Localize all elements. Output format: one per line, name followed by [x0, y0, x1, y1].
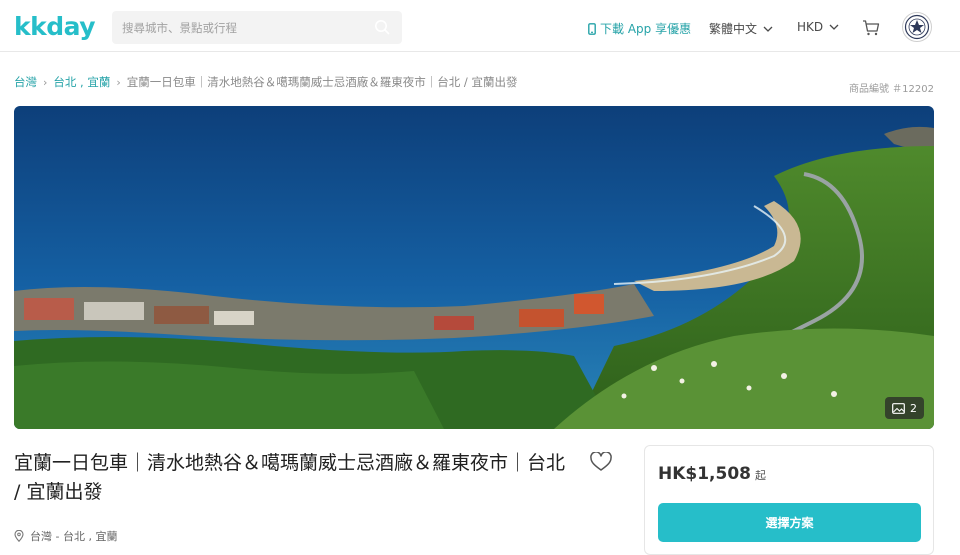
download-app-link[interactable]: 下載 App 享優惠 — [588, 20, 691, 37]
location-label: 台灣 - 台北 , 宜蘭 — [30, 530, 118, 543]
map-pin-icon — [14, 530, 24, 542]
product-code: 商品編號 ＃12202 — [849, 84, 934, 95]
top-navigation-bar: kkday 搜尋城市、景點或行程 下載 App 享優惠 繁體中文 HKD — [0, 0, 960, 52]
search-icon[interactable] — [374, 19, 390, 35]
kkday-logo[interactable]: kkday — [14, 12, 96, 41]
chevron-right-icon: › — [116, 75, 121, 89]
language-label: 繁體中文 — [709, 22, 758, 36]
breadcrumb-taipei-yilan[interactable]: 台北 , 宜蘭 — [53, 74, 110, 90]
breadcrumb: 台灣 › 台北 , 宜蘭 › 宜蘭一日包車｜清水地熱谷＆噶瑪蘭威士忌酒廠＆羅東夜… — [14, 74, 517, 90]
photo-count-badge[interactable]: 2 — [885, 397, 924, 419]
coastline-photo — [14, 106, 934, 429]
product-location: 台灣 - 台北 , 宜蘭 — [14, 528, 117, 544]
currency-label: HKD — [797, 20, 824, 34]
emblem-icon — [904, 14, 930, 40]
chevron-right-icon: › — [43, 75, 48, 89]
price-display: HK$1,508 起 — [658, 464, 766, 484]
photo-count-label: 2 — [910, 401, 917, 415]
heart-icon[interactable] — [590, 452, 612, 472]
price-value: HK$1,508 — [658, 464, 752, 484]
select-plan-button[interactable]: 選擇方案 — [658, 503, 921, 542]
price-suffix: 起 — [755, 469, 767, 482]
search-placeholder: 搜尋城市、景點或行程 — [122, 21, 237, 35]
download-app-label: 下載 App 享優惠 — [600, 22, 692, 36]
search-input[interactable]: 搜尋城市、景點或行程 — [112, 11, 402, 44]
phone-icon — [588, 22, 596, 35]
language-selector[interactable]: 繁體中文 — [709, 20, 773, 37]
breadcrumb-current: 宜蘭一日包車｜清水地熱谷＆噶瑪蘭威士忌酒廠＆羅東夜市｜台北 / 宜蘭出發 — [126, 75, 518, 89]
product-title: 宜蘭一日包車｜清水地熱谷＆噶瑪蘭威士忌酒廠＆羅東夜市｜台北 / 宜蘭出發 — [14, 452, 566, 503]
currency-selector[interactable]: HKD — [797, 20, 839, 34]
user-avatar[interactable] — [902, 12, 932, 42]
breadcrumb-taiwan[interactable]: 台灣 — [14, 74, 37, 90]
cart-icon[interactable] — [862, 19, 880, 37]
chevron-down-icon — [829, 24, 839, 30]
hero-image[interactable]: 2 — [14, 106, 934, 429]
price-card: HK$1,508 起 選擇方案 — [644, 445, 934, 555]
chevron-down-icon — [763, 26, 773, 32]
image-icon — [892, 402, 905, 414]
